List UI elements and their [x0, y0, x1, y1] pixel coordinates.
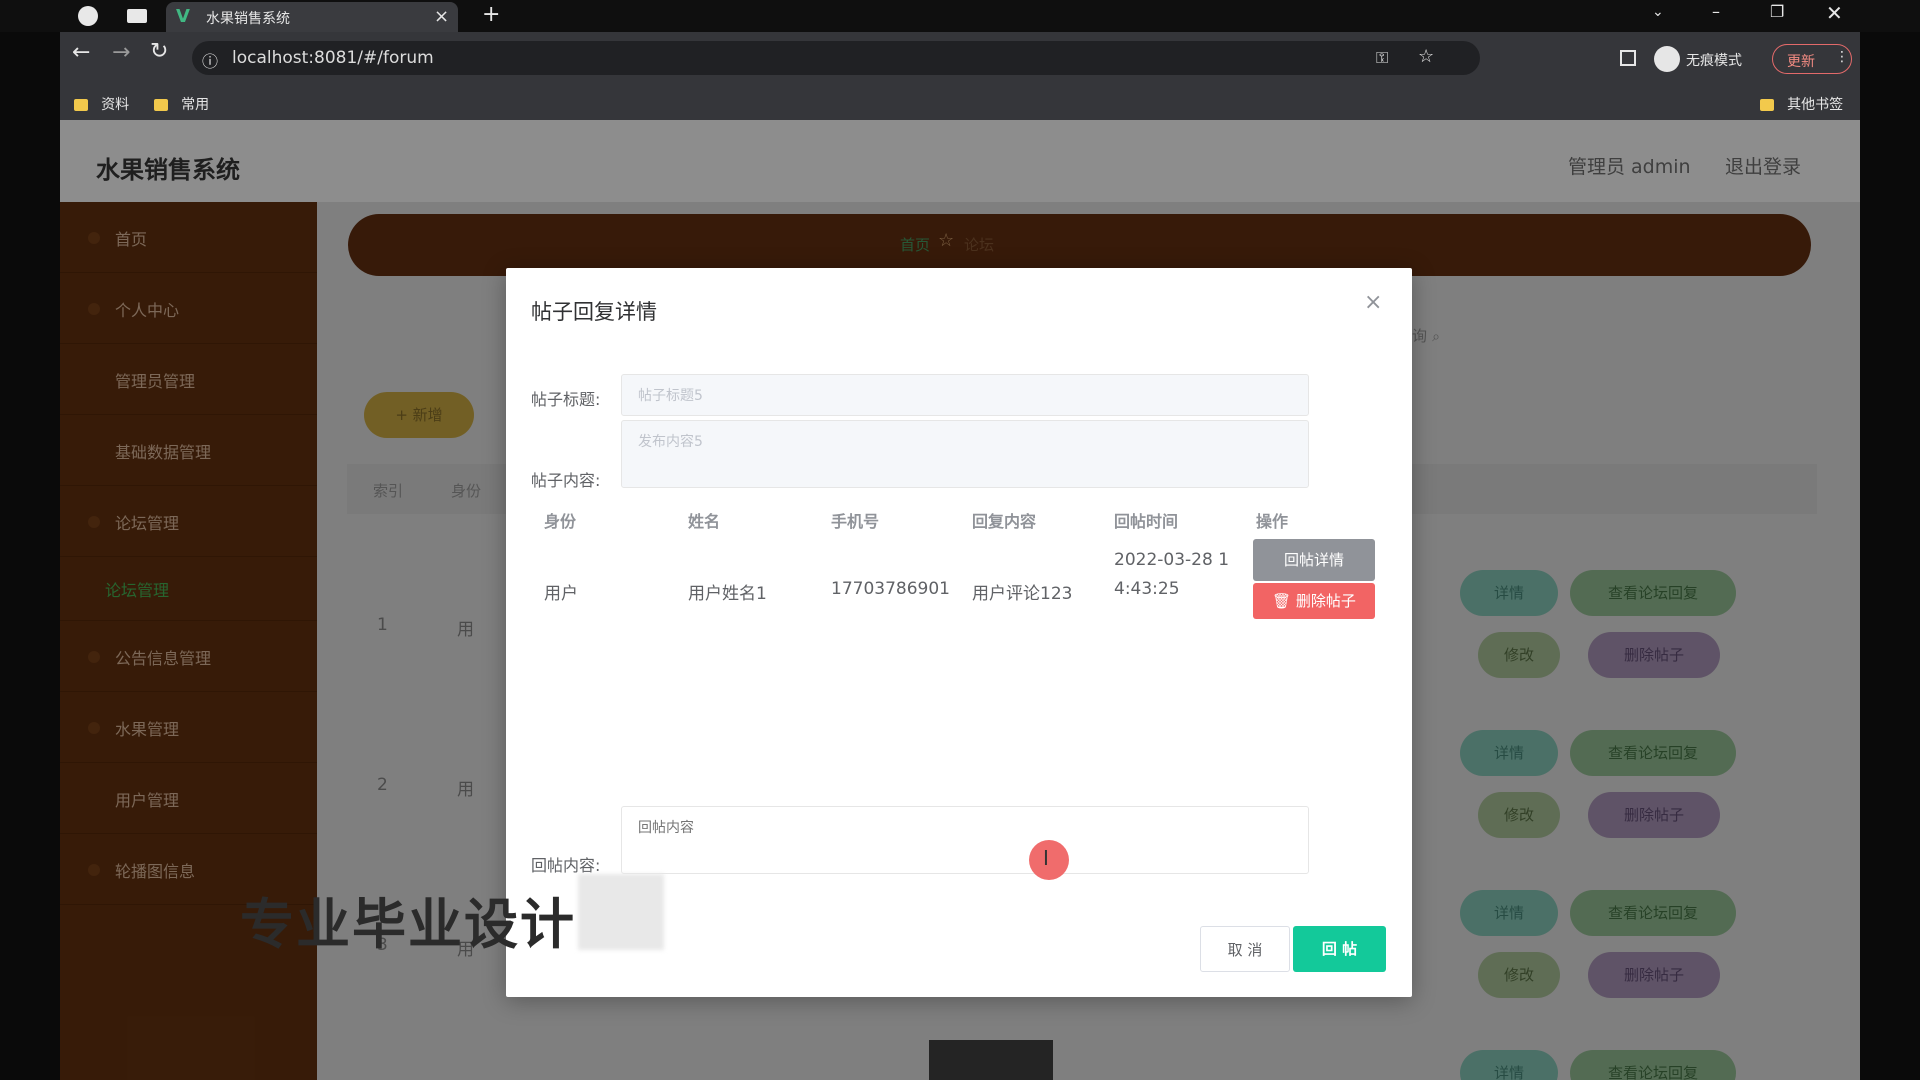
folder-icon — [74, 98, 88, 111]
reply-content-label: 回帖内容: — [531, 856, 601, 875]
cell-reply-time-line2: 4:43:25 — [1114, 579, 1180, 599]
blurred-region — [578, 874, 664, 950]
cell-phone: 17703786901 — [831, 579, 950, 599]
submit-reply-button[interactable]: 回 帖 — [1293, 926, 1386, 972]
browser-tab-active[interactable]: V 水果销售系统 × — [166, 2, 458, 32]
window-close-icon[interactable]: ✕ — [1826, 1, 1843, 25]
side-panel-icon[interactable] — [1620, 50, 1636, 66]
update-button[interactable]: 更新 ⋮ — [1772, 44, 1852, 74]
tab-close-icon[interactable]: × — [434, 6, 449, 27]
back-icon[interactable]: ← — [72, 40, 90, 65]
reply-detail-button[interactable]: 回帖详情 — [1253, 539, 1375, 581]
post-content-label: 帖子内容: — [531, 471, 601, 490]
address-bar[interactable]: ⓘ localhost:8081/#/forum ⚿ ☆ — [192, 41, 1480, 75]
new-tab-icon[interactable]: + — [482, 2, 500, 27]
incognito-icon[interactable] — [1654, 46, 1680, 72]
dialog-title: 帖子回复详情 — [531, 300, 657, 324]
window-minimize-icon[interactable]: – — [1712, 2, 1720, 21]
bookmark-folder-ziliao[interactable]: 资料 — [74, 94, 129, 114]
th-name: 姓名 — [688, 512, 721, 531]
tab-list-chevron-icon[interactable]: ⌄ — [1652, 4, 1664, 20]
bookmark-label: 其他书签 — [1787, 97, 1844, 113]
folder-icon — [154, 98, 168, 111]
trash-icon: 🗑 — [1272, 592, 1292, 610]
vue-logo-icon: V — [176, 6, 190, 27]
cell-reply-time-line1: 2022-03-28 1 — [1114, 550, 1230, 570]
update-label: 更新 — [1787, 54, 1815, 70]
dialog-close-icon[interactable]: × — [1364, 290, 1382, 315]
site-info-icon[interactable]: ⓘ — [202, 48, 218, 72]
cancel-button[interactable]: 取 消 — [1200, 926, 1290, 972]
post-title-label: 帖子标题: — [531, 390, 601, 409]
text-cursor-icon: I — [1043, 846, 1049, 870]
incognito-label[interactable]: 无痕模式 — [1686, 50, 1742, 70]
bookmark-label: 常用 — [181, 97, 210, 113]
th-reply-content: 回复内容 — [972, 512, 1037, 531]
bookmark-star-icon[interactable]: ☆ — [1418, 46, 1434, 67]
cell-reply-content: 用户评论123 — [972, 584, 1073, 604]
th-reply-time: 回帖时间 — [1114, 512, 1179, 531]
url-text[interactable]: localhost:8081/#/forum — [232, 48, 434, 68]
th-operations: 操作 — [1256, 512, 1289, 531]
browser-menu-icon[interactable] — [78, 6, 98, 26]
bookmark-folder-changyong[interactable]: 常用 — [154, 94, 209, 114]
delete-reply-label: 删除帖子 — [1295, 592, 1356, 610]
bookmark-label: 资料 — [101, 97, 130, 113]
more-menu-icon[interactable]: ⋮ — [1835, 49, 1849, 65]
bookmark-folder-other[interactable]: 其他书签 — [1760, 94, 1843, 114]
reload-icon[interactable]: ↻ — [150, 39, 168, 64]
password-key-icon[interactable]: ⚿ — [1376, 48, 1388, 68]
post-title-input[interactable]: 帖子标题5 — [621, 374, 1309, 416]
post-content-textarea[interactable]: 发布内容5 — [621, 420, 1309, 488]
tab-search-icon[interactable] — [127, 9, 147, 23]
cell-name: 用户姓名1 — [688, 584, 767, 604]
window-restore-icon[interactable]: ❐ — [1770, 2, 1784, 21]
cell-identity: 用户 — [544, 584, 578, 604]
table-row: 用户 用户姓名1 17703786901 用户评论123 2022-03-28 … — [531, 536, 1391, 646]
tab-title: 水果销售系统 — [206, 11, 290, 27]
bookmarks-bar: 资料 常用 其他书签 — [60, 84, 1860, 120]
th-identity: 身份 — [544, 512, 577, 531]
browser-toolbar: ← → ↻ ⓘ localhost:8081/#/forum ⚿ ☆ 无痕模式 … — [60, 32, 1860, 120]
forward-icon[interactable]: → — [112, 40, 130, 65]
folder-icon — [1760, 98, 1774, 111]
delete-reply-button[interactable]: 🗑 删除帖子 — [1253, 583, 1375, 619]
watermark-text: 专业毕业设计 — [240, 893, 576, 956]
th-phone: 手机号 — [831, 512, 880, 531]
mouse-cursor-indicator: I — [1029, 840, 1069, 880]
reply-content-textarea[interactable] — [621, 806, 1309, 874]
